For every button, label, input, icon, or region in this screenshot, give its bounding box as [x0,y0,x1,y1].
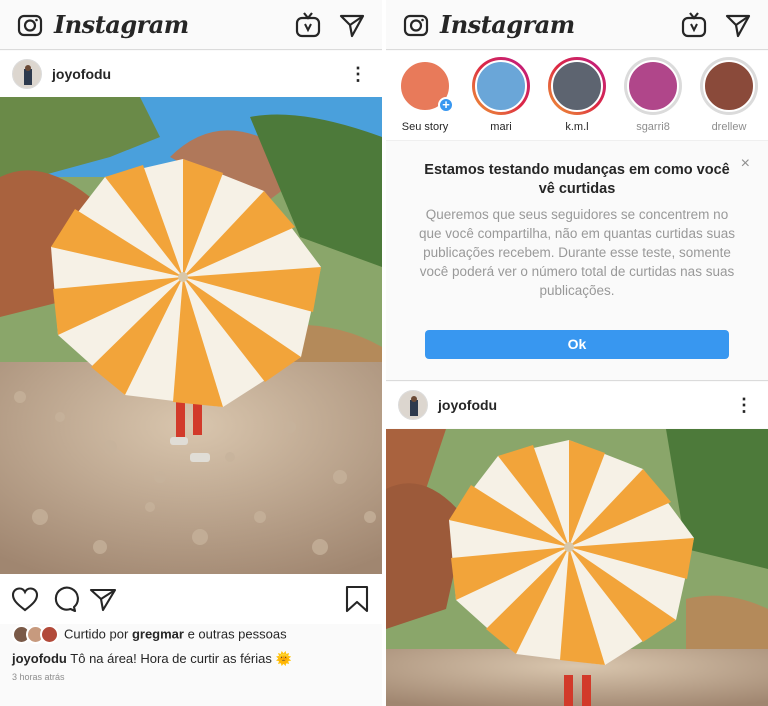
post-photo[interactable] [0,97,382,574]
right-screen: Instagram + Seu story mari k.m.l sgarri8 [386,0,768,706]
post-username[interactable]: joyofodu [438,397,497,413]
likes-summary[interactable]: Curtido por gregmar e outras pessoas [12,625,287,645]
avatar[interactable] [12,59,42,89]
top-bar: Instagram [386,0,768,50]
close-icon[interactable]: × [741,155,750,173]
stories-tray: + Seu story mari k.m.l sgarri8 drellew [386,51,768,141]
caption-username[interactable]: joyofodu [12,651,67,666]
heart-icon[interactable] [10,584,40,614]
add-story-icon[interactable]: + [438,97,454,113]
story-item[interactable]: sgarri8 [620,57,686,133]
app-logo: Instagram [54,10,189,39]
more-options-icon[interactable]: ⋮ [348,63,368,85]
bookmark-icon[interactable] [342,584,372,614]
notice-body: Queremos que seus seguidores se concentr… [419,207,735,298]
caption-text: Tô na área! Hora de curtir as férias [70,651,272,666]
story-label: k.m.l [565,121,589,133]
story-label: mari [490,121,512,133]
story-own[interactable]: + Seu story [392,57,458,133]
story-avatar [703,60,755,112]
avatar[interactable] [398,390,428,420]
story-item[interactable]: drellew [696,57,762,133]
caption: joyofodu Tô na área! Hora de curtir as f… [12,651,292,667]
camera-icon[interactable] [402,11,430,39]
igtv-icon[interactable] [680,11,708,39]
ok-button[interactable]: Ok [425,330,729,359]
story-label: drellew [711,121,747,133]
left-screen: Instagram joyofodu ⋮ Curtido por gregmar… [0,0,382,706]
story-avatar [475,60,527,112]
post-username[interactable]: joyofodu [52,66,111,82]
direct-message-icon[interactable] [724,11,752,39]
more-options-icon[interactable]: ⋮ [734,394,754,416]
app-logo: Instagram [440,10,575,39]
post-header: joyofodu ⋮ [386,382,768,428]
liker-avatars [12,625,62,645]
direct-message-icon[interactable] [338,11,366,39]
comment-icon[interactable] [49,584,79,614]
story-label: Seu story [401,121,449,133]
liked-by-suffix: e outras pessoas [187,626,287,642]
post-header: joyofodu ⋮ [0,51,382,97]
notice-title: Estamos testando mudanças em como você v… [424,162,730,197]
story-item[interactable]: k.m.l [544,57,610,133]
story-avatar [551,60,603,112]
story-label: sgarri8 [636,121,670,133]
sun-emoji: 🌞 [275,651,292,666]
igtv-icon[interactable] [294,11,322,39]
likes-test-notice: × Estamos testando mudanças em como você… [386,141,768,381]
camera-icon[interactable] [16,11,44,39]
story-item[interactable]: mari [468,57,534,133]
liked-by-prefix: Curtido por [64,626,129,642]
liked-by-user[interactable]: gregmar [132,626,184,641]
share-icon[interactable] [88,584,118,614]
story-avatar [627,60,679,112]
top-bar: Instagram [0,0,382,50]
post-timestamp: 3 horas atrás [12,672,65,682]
post-photo[interactable] [386,429,768,706]
post-actions [0,574,382,624]
